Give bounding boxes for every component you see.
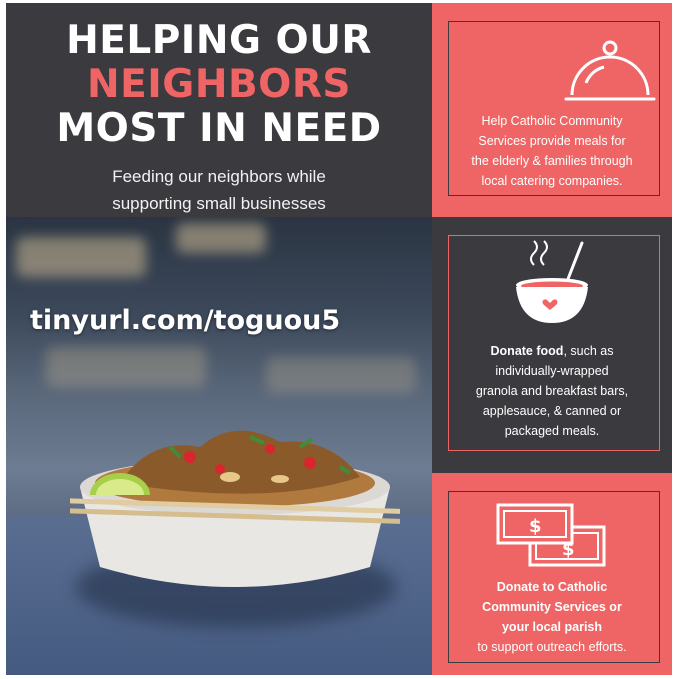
panel-donate-money-line: Donate to Catholic [496,580,608,594]
background-blur [46,347,206,387]
subtitle-line-2: supporting small businesses [112,194,326,213]
headline: HELPING OUR NEIGHBORS MOST IN NEED [6,19,432,151]
icon-holder [432,235,672,333]
icon-holder: $ $ [432,501,672,571]
panel-meals-line: Help Catholic Community [481,114,623,128]
soup-bowl-icon [516,240,588,323]
headline-line-1: HELPING OUR [66,18,372,63]
panel-donate-money-line: to support outreach efforts. [477,640,627,654]
panel-donate-food-line: Donate food, such as [432,341,672,361]
icon-holder [432,21,672,101]
panel-donate-money-line: Community Services or [482,600,622,614]
subtitle-line-1: Feeding our neighbors while [112,167,326,186]
flyer: HELPING OUR NEIGHBORS MOST IN NEED Feedi… [6,3,672,675]
panel-donate-food-line: , such as [563,344,614,358]
background-blur [176,223,266,253]
subtitle: Feeding our neighbors while supporting s… [6,163,432,217]
panel-donate-food-text: Donate food, such as individually-wrappe… [432,341,672,441]
background-blur [266,357,416,393]
panel-meals: Help Catholic Community Services provide… [432,3,672,217]
donate-food-bold: Donate food [490,344,564,358]
panel-meals-text: Help Catholic Community Services provide… [432,111,672,191]
panel-donate-food-line: packaged meals. [504,424,600,438]
donation-url: tinyurl.com/toguou5 [30,305,341,336]
panel-donate-food-line: applesauce, & canned or [482,404,622,418]
headline-line-3: MOST IN NEED [56,106,382,151]
background-blur [16,237,146,277]
money-icon: $ $ [496,503,606,567]
cloche-icon [564,40,656,101]
panel-meals-line: the elderly & families through [471,154,633,168]
panel-donate-food-line: granola and breakfast bars, [475,384,629,398]
panel-donate-money-text: Donate to Catholic Community Services or… [432,577,672,657]
panel-donate-money: $ $ Donate to Catholic Community Service… [432,473,672,675]
headline-line-2: NEIGHBORS [87,62,351,107]
panel-donate-food: Donate food, such as individually-wrappe… [432,217,672,473]
panel-meals-line: local catering companies. [481,174,623,188]
food-photo: tinyurl.com/toguou5 [6,217,432,675]
noodle-bowl-icon [70,430,400,587]
flyer-header: HELPING OUR NEIGHBORS MOST IN NEED Feedi… [6,3,432,217]
svg-text:$: $ [529,516,542,537]
panel-meals-line: Services provide meals for [478,134,626,148]
panel-donate-money-line: your local parish [501,620,603,634]
panel-donate-food-line: individually-wrapped [495,364,609,378]
